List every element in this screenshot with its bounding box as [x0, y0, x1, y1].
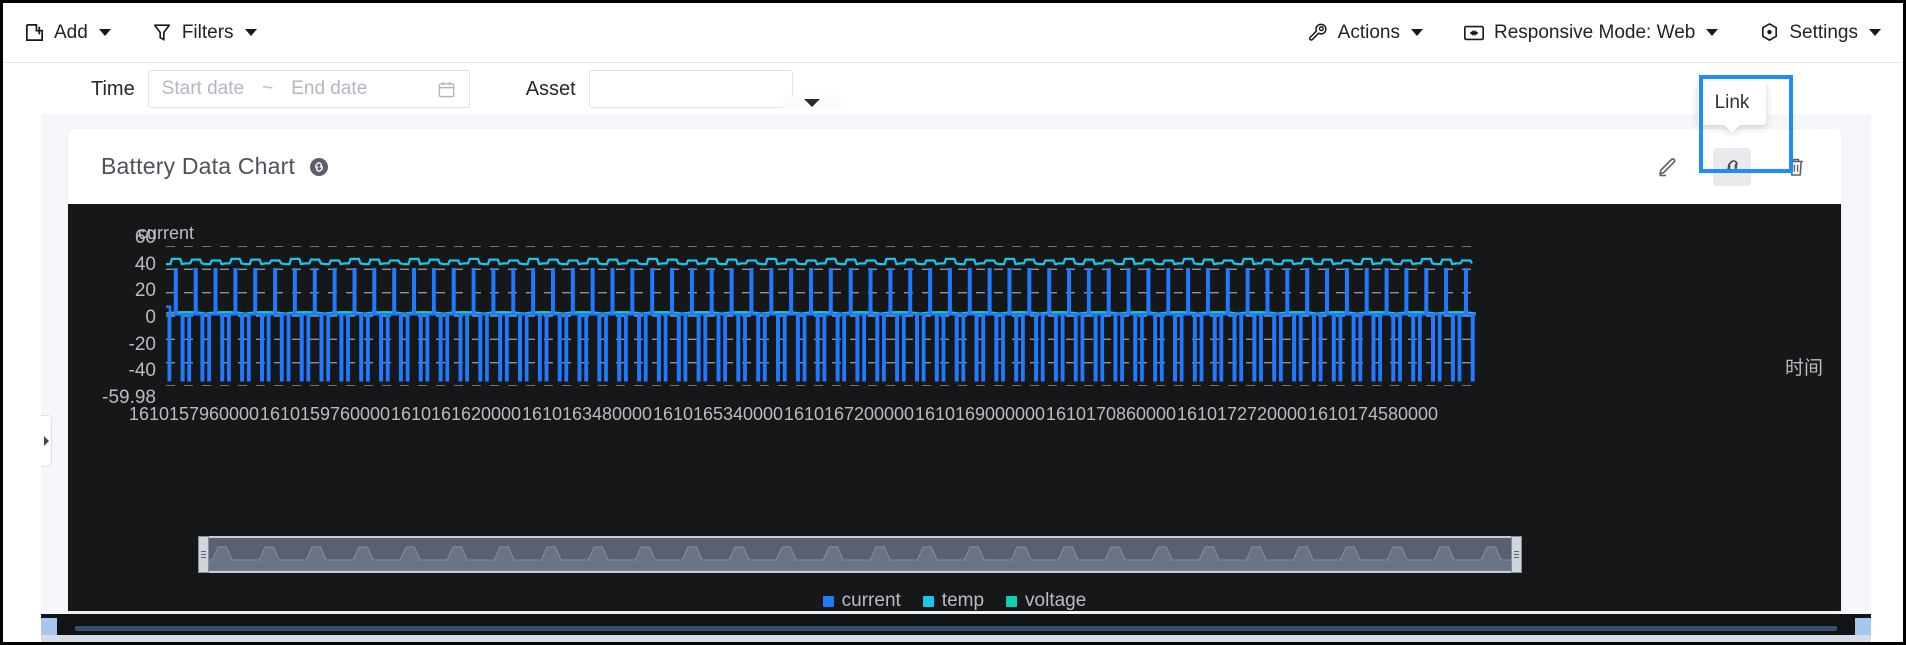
- responsive-mode-label: Responsive Mode: Web: [1494, 23, 1695, 42]
- pencil-icon: [1657, 156, 1679, 178]
- asset-input[interactable]: [589, 70, 793, 108]
- filters-menu-button[interactable]: Filters: [151, 22, 257, 44]
- legend-label: current: [842, 590, 901, 611]
- data-zoom-waveform: [202, 547, 1518, 571]
- add-menu-label: Add: [54, 23, 88, 42]
- link-icon: [1721, 155, 1744, 178]
- calendar-icon[interactable]: [437, 80, 456, 99]
- series-current: [166, 269, 1476, 380]
- actions-menu-label: Actions: [1338, 23, 1400, 42]
- link-tooltip: Link: [1698, 81, 1766, 125]
- x-tick-label: 1610163480000: [522, 404, 652, 425]
- bottom-edge-strip: [41, 635, 1871, 645]
- date-range-picker[interactable]: Start date ~ End date: [148, 70, 470, 108]
- x-tick-label: 1610169000000: [915, 404, 1045, 425]
- time-filter-label: Time: [91, 78, 135, 101]
- responsive-mode-button[interactable]: Responsive Mode: Web: [1463, 22, 1718, 44]
- card-action-group: [1649, 148, 1815, 186]
- delete-button[interactable]: [1777, 148, 1815, 186]
- add-square-icon: [23, 22, 45, 44]
- legend-color-swatch: [923, 596, 934, 607]
- y-axis-tick-labels: 6040200-20-40-59.98: [68, 238, 156, 398]
- funnel-icon: [151, 22, 173, 44]
- asset-filter-label: Asset: [526, 78, 576, 101]
- data-zoom-handle-right[interactable]: [1511, 536, 1522, 573]
- collapse-filters-toggle[interactable]: [783, 95, 841, 110]
- chevron-down-icon: [99, 29, 111, 36]
- legend-color-swatch: [823, 596, 834, 607]
- chevron-down-icon: [1869, 29, 1881, 36]
- series-temp: [166, 259, 1472, 264]
- card-header: Battery Data Chart: [68, 129, 1841, 204]
- y-tick-label: 60: [135, 227, 156, 249]
- x-tick-label: 1610172720000: [1177, 404, 1307, 425]
- chevron-right-icon: [44, 436, 49, 446]
- legend-item-voltage[interactable]: voltage: [1006, 590, 1086, 611]
- link-circle-icon[interactable]: [309, 157, 329, 177]
- chevron-down-icon: [245, 29, 257, 36]
- wrench-icon: [1307, 22, 1329, 44]
- left-panel-handle[interactable]: [41, 415, 52, 467]
- toolbar-right-group: Actions Responsive Mode: Web: [1307, 22, 1903, 44]
- x-tick-label: 1610167200000: [784, 404, 914, 425]
- filters-menu-label: Filters: [182, 23, 234, 42]
- y-tick-label: -20: [129, 334, 156, 356]
- y-tick-label: 40: [135, 254, 156, 276]
- x-axis-tick-labels: 1610157960000161015976000016101616200001…: [68, 404, 1841, 430]
- legend-label: voltage: [1025, 590, 1086, 611]
- start-date-placeholder[interactable]: Start date: [162, 78, 244, 100]
- x-tick-label: 1610157960000: [129, 404, 259, 425]
- filter-bar: Time Start date ~ End date Asset: [3, 63, 1903, 115]
- settings-menu-label: Settings: [1789, 23, 1858, 42]
- y-tick-label: 0: [145, 307, 156, 329]
- legend-item-temp[interactable]: temp: [923, 590, 984, 611]
- dashboard-canvas: Battery Data Chart: [41, 115, 1871, 614]
- x-tick-label: 1610170860000: [1046, 404, 1176, 425]
- x-tick-label: 1610165340000: [653, 404, 783, 425]
- trash-icon: [1785, 156, 1807, 178]
- y-tick-label: -40: [129, 360, 156, 382]
- data-zoom-slider[interactable]: [200, 536, 1520, 573]
- legend-item-current[interactable]: current: [823, 590, 901, 611]
- chevron-down-icon: [1706, 29, 1718, 36]
- legend-label: temp: [942, 590, 984, 611]
- scrollbar-track[interactable]: [75, 626, 1837, 631]
- responsive-icon: [1463, 22, 1485, 44]
- application-window: Add Filters: [0, 0, 1906, 645]
- asset-filter-group: Asset: [526, 70, 793, 108]
- chart-legend: current temp voltage: [68, 590, 1841, 611]
- edit-button[interactable]: [1649, 148, 1687, 186]
- add-menu-button[interactable]: Add: [23, 22, 111, 44]
- chevron-down-icon: [804, 99, 820, 107]
- x-tick-label: 1610159760000: [260, 404, 390, 425]
- data-zoom-preview: [202, 538, 1518, 571]
- link-button[interactable]: [1713, 148, 1751, 186]
- tooltip-arrow-icon: [1723, 124, 1741, 133]
- legend-color-swatch: [1006, 596, 1017, 607]
- settings-menu-button[interactable]: Settings: [1758, 22, 1881, 44]
- range-separator: ~: [262, 78, 273, 100]
- actions-menu-button[interactable]: Actions: [1307, 22, 1423, 44]
- chart-plot-area: [166, 246, 1476, 386]
- battery-data-chart-card: Battery Data Chart: [68, 129, 1841, 611]
- toolbar-left-group: Add Filters: [3, 22, 257, 44]
- link-tooltip-label: Link: [1715, 92, 1750, 114]
- x-tick-label: 1610161620000: [391, 404, 521, 425]
- chevron-down-icon: [1411, 29, 1423, 36]
- y-tick-label: 20: [135, 280, 156, 302]
- chart-container[interactable]: current 时间 6040200-20-40-59.98 161015796…: [68, 204, 1841, 611]
- end-date-placeholder[interactable]: End date: [291, 78, 367, 100]
- x-axis-title: 时间: [1785, 353, 1823, 380]
- card-title: Battery Data Chart: [101, 153, 295, 180]
- gear-icon: [1758, 22, 1780, 44]
- x-tick-label: 1610174580000: [1308, 404, 1438, 425]
- data-zoom-handle-left[interactable]: [198, 536, 209, 573]
- top-toolbar: Add Filters: [3, 3, 1903, 63]
